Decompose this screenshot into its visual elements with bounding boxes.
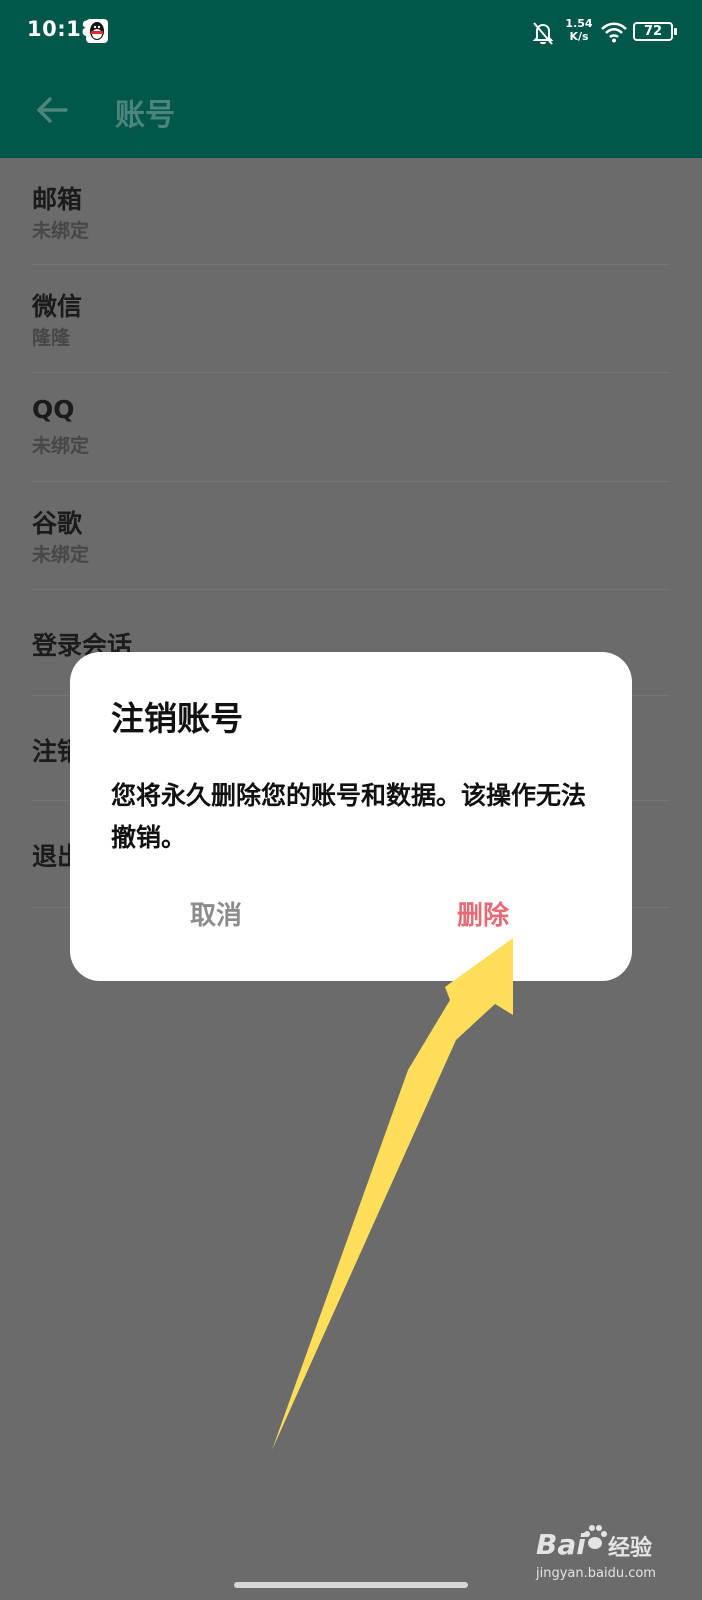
baidu-watermark: Bai 经验 jingyan.baidu.com — [534, 1520, 694, 1590]
home-indicator[interactable] — [234, 1582, 468, 1588]
watermark-url: jingyan.baidu.com — [536, 1566, 656, 1581]
watermark-brand: Bai — [536, 1528, 586, 1561]
annotation-arrow-icon — [272, 938, 513, 1450]
watermark-sub: 经验 — [608, 1536, 653, 1561]
paw-icon — [584, 1525, 607, 1549]
